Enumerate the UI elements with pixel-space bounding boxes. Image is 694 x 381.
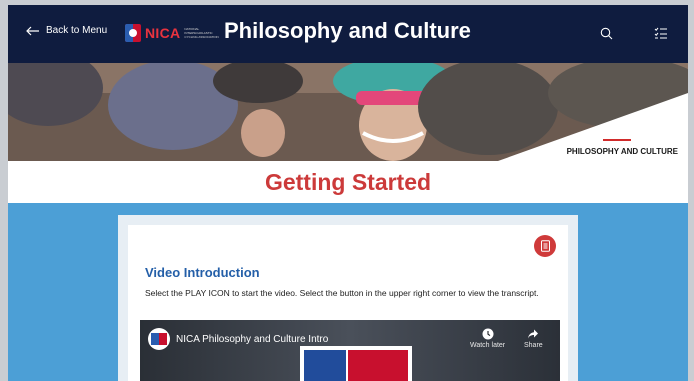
content-area: Video Introduction Select the PLAY ICON … [8, 203, 688, 381]
heading-band: Getting Started [8, 161, 688, 203]
watch-later-label: Watch later [470, 342, 506, 349]
checklist-icon [654, 27, 667, 39]
page-title: Getting Started [264, 169, 432, 195]
nica-logo-mark [125, 24, 141, 42]
document-icon [540, 240, 550, 252]
instructions-text: Select the PLAY ICON to start the video.… [145, 288, 539, 298]
video-logo-red [348, 350, 408, 381]
nica-logo-text: NICA [145, 25, 181, 41]
module-title: Philosophy and Culture [224, 18, 471, 43]
clock-icon [482, 328, 494, 340]
nica-logo-subtitle: National Interscholastic Cycling Associa… [184, 27, 219, 39]
top-nav-bar: Back to Menu NICA National Interscholast… [8, 5, 688, 63]
video-nica-logo [300, 346, 412, 381]
share-button[interactable]: Share [524, 328, 543, 349]
hero-banner: PHILOSOPHY AND CULTURE [8, 63, 688, 161]
video-title: NICA Philosophy and Culture Intro [176, 333, 329, 345]
video-logo-blue [304, 350, 346, 381]
arrow-left-icon [26, 26, 39, 35]
back-to-menu-link[interactable]: Back to Menu [26, 25, 107, 36]
back-to-menu-label: Back to Menu [46, 25, 108, 36]
checklist-button[interactable] [653, 25, 669, 41]
video-channel: NICA Philosophy and Culture Intro [148, 328, 328, 350]
video-intro-card: Video Introduction Select the PLAY ICON … [128, 225, 568, 381]
transcript-button[interactable] [534, 235, 556, 257]
hero-label-rule [603, 139, 631, 141]
search-icon [600, 27, 612, 39]
channel-avatar [148, 328, 170, 350]
nica-logo: NICA National Interscholastic Cycling As… [125, 24, 220, 42]
watch-later-button[interactable]: Watch later [470, 328, 505, 349]
hero-section-label: PHILOSOPHY AND CULTURE [566, 147, 678, 156]
section-title: Video Introduction [145, 265, 260, 280]
share-icon [528, 329, 539, 339]
search-button[interactable] [598, 25, 614, 41]
card-frame: Video Introduction Select the PLAY ICON … [118, 215, 578, 381]
video-player[interactable]: NICA Philosophy and Culture Intro Watch … [140, 320, 560, 381]
app-frame: Back to Menu NICA National Interscholast… [8, 5, 688, 381]
share-label: Share [524, 342, 543, 349]
